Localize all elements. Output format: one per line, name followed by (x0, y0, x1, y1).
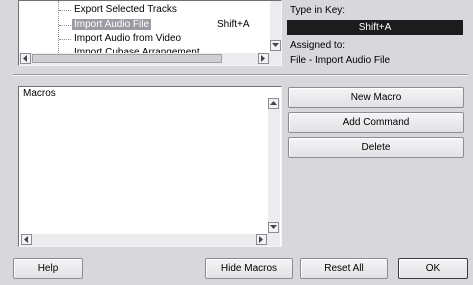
type-in-key-value: Shift+A (358, 22, 392, 33)
chevron-right-icon (261, 55, 265, 62)
hide-macros-button[interactable]: Hide Macros (205, 258, 293, 279)
macros-vertical-scrollbar[interactable] (268, 98, 280, 234)
chevron-left-icon (24, 236, 28, 243)
reset-all-button[interactable]: Reset All (300, 258, 388, 279)
section-divider (13, 74, 468, 76)
scroll-left-button[interactable] (21, 234, 32, 245)
key-assignment-panel: Type in Key: Shift+A Assigned to: File -… (287, 0, 465, 70)
chevron-right-icon (259, 236, 263, 243)
macros-list-panel[interactable]: Macros (18, 86, 282, 247)
command-label: Import Audio File (72, 19, 152, 30)
command-item-import-audio-file[interactable]: Import Audio File Shift+A (72, 18, 262, 31)
command-label: Import Audio from Video (74, 33, 182, 44)
command-shortcut: Shift+A (217, 19, 250, 30)
command-label: Export Selected Tracks (74, 4, 177, 15)
chevron-down-icon (272, 43, 279, 47)
chevron-up-icon (270, 101, 277, 105)
command-item-export-selected-tracks[interactable]: Export Selected Tracks (74, 3, 177, 16)
command-item-import-audio-from-video[interactable]: Import Audio from Video (74, 32, 181, 45)
ok-button[interactable]: OK (398, 258, 468, 279)
tree-branch (59, 10, 71, 11)
type-in-key-field[interactable]: Shift+A (287, 20, 463, 35)
delete-button[interactable]: Delete (288, 137, 464, 158)
chevron-down-icon (270, 225, 277, 229)
scroll-right-button[interactable] (256, 234, 267, 245)
tree-branch (59, 39, 71, 40)
add-command-button[interactable]: Add Command (288, 112, 464, 133)
chevron-left-icon (23, 55, 27, 62)
macros-horizontal-scrollbar[interactable] (21, 234, 280, 246)
scroll-left-button[interactable] (20, 53, 31, 64)
scroll-right-button[interactable] (258, 53, 269, 64)
assigned-to-value: File - Import Audio File (290, 55, 391, 66)
scroll-up-button[interactable] (268, 98, 279, 109)
tree-branch (59, 25, 71, 26)
new-macro-button[interactable]: New Macro (288, 87, 464, 108)
scroll-down-button[interactable] (270, 40, 281, 51)
tree-horizontal-scrollbar[interactable] (19, 53, 281, 65)
scroll-down-button[interactable] (268, 222, 279, 233)
scroll-thumb[interactable] (32, 54, 222, 63)
assigned-to-label: Assigned to: (290, 40, 346, 51)
type-in-key-label: Type in Key: (290, 5, 346, 16)
help-button[interactable]: Help (13, 258, 83, 279)
tree-vertical-scrollbar[interactable] (270, 1, 281, 53)
macros-header: Macros (23, 88, 56, 99)
commands-tree-panel[interactable]: Export Selected Tracks Import Audio File… (18, 0, 282, 66)
